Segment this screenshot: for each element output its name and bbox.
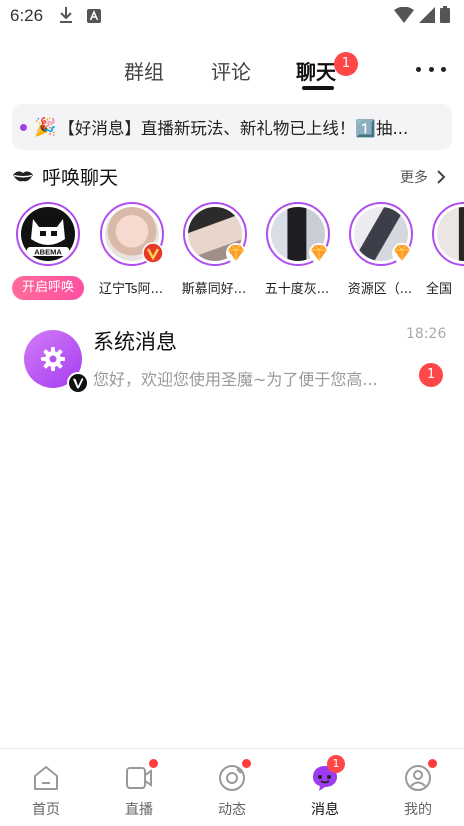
abema-logo: ABEMA	[21, 207, 75, 261]
announcement-text: 【好消息】直播新玩法、新礼物已上线！1️⃣抽...	[58, 119, 409, 138]
download-icon	[58, 6, 74, 28]
lips-icon	[12, 168, 34, 187]
nav-profile[interactable]: 我的	[372, 759, 464, 825]
party-popper-icon: 🎉	[34, 116, 57, 138]
avatar-ring: ABEMA	[16, 202, 80, 266]
chevron-right-icon[interactable]	[436, 169, 446, 188]
call-user-name: 资源区（...	[347, 282, 413, 297]
status-time: 6:26	[10, 6, 44, 25]
nav-messages[interactable]: 1 消息	[279, 755, 371, 825]
more-options-button[interactable]	[416, 60, 446, 78]
call-user-name: 全国	[426, 282, 453, 297]
tab-comments[interactable]: 评论	[211, 56, 251, 85]
notification-dot	[242, 759, 251, 768]
nav-feed[interactable]: 动态	[186, 759, 278, 825]
unread-dot	[20, 123, 27, 131]
conversation-title: 系统消息	[93, 330, 177, 354]
unread-count-badge: 1	[419, 363, 443, 387]
nav-label: 动态	[218, 802, 246, 818]
call-user-name: 辽宁Ts阿...	[99, 282, 163, 297]
diamond-badge-icon	[308, 242, 330, 268]
nav-label: 直播	[125, 802, 153, 818]
home-icon	[31, 763, 61, 793]
messages-badge: 1	[327, 755, 345, 773]
notification-dot	[149, 759, 158, 768]
section-title: 呼唤聊天	[42, 167, 119, 189]
conversation-time: 18:26	[406, 326, 447, 342]
nav-label: 我的	[404, 802, 432, 818]
diamond-badge-icon	[225, 242, 247, 268]
gear-icon	[41, 347, 65, 371]
notification-dot	[428, 759, 437, 768]
feed-icon	[217, 763, 247, 793]
call-user-name: 斯慕同好...	[181, 282, 247, 297]
more-dot	[428, 66, 434, 72]
tab-groups[interactable]: 群组	[124, 56, 164, 85]
more-dot	[441, 66, 446, 72]
app-notification-icon	[87, 8, 101, 27]
top-tab-bar: 群组 评论 聊天	[0, 44, 464, 94]
active-tab-indicator	[302, 86, 334, 90]
diamond-badge-icon	[391, 242, 413, 268]
svg-text:ABEMA: ABEMA	[34, 248, 62, 257]
more-dot	[416, 66, 421, 72]
video-camera-icon	[124, 763, 154, 793]
battery-icon	[440, 6, 450, 27]
avatar	[437, 207, 464, 261]
profile-icon	[403, 763, 433, 793]
more-link[interactable]: 更多	[400, 167, 428, 187]
call-user-name: 五十度灰...	[264, 282, 330, 297]
chat-unread-badge: 1	[334, 52, 358, 76]
status-bar: 6:26	[0, 0, 464, 32]
avatar-ring	[432, 202, 464, 266]
nav-label: 首页	[32, 802, 60, 818]
wifi-icon	[394, 6, 414, 27]
tab-chat[interactable]: 聊天	[296, 56, 336, 85]
start-call-button[interactable]: 开启呼唤	[12, 276, 84, 300]
announcement-banner[interactable]: 🎉 【好消息】直播新玩法、新礼物已上线！1️⃣抽...	[12, 104, 452, 150]
verified-v-icon	[67, 372, 89, 394]
nav-home[interactable]: 首页	[0, 763, 92, 825]
v-badge-icon	[142, 242, 164, 268]
nav-live[interactable]: 直播	[93, 759, 185, 825]
signal-icon	[419, 6, 435, 27]
nav-label: 消息	[311, 802, 339, 818]
conversation-preview: 您好，欢迎您使用圣魔~为了便于您高...	[93, 370, 378, 389]
bottom-nav: 首页 直播 动态 1 消息 我的	[0, 748, 464, 826]
